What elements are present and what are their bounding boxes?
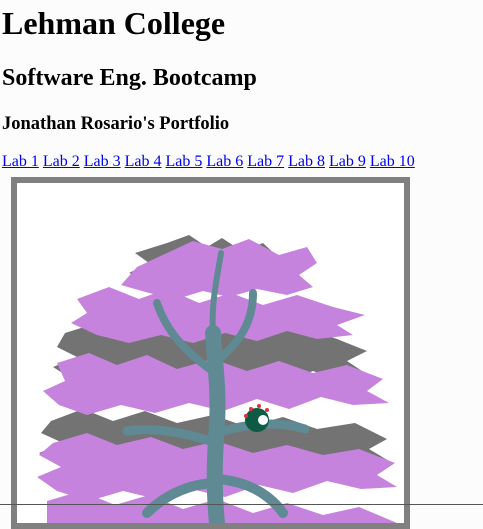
page-subtitle: Software Eng. Bootcamp [2, 65, 257, 91]
lab-2-link[interactable]: Lab 2 [43, 153, 80, 170]
artwork-frame [11, 177, 410, 529]
ornament-dot-2 [257, 404, 261, 408]
tree-artwork [37, 235, 397, 523]
lab-1-link[interactable]: Lab 1 [2, 153, 39, 170]
lab-3-link[interactable]: Lab 3 [84, 153, 121, 170]
page-bottom-divider [0, 504, 483, 505]
lab-7-link[interactable]: Lab 7 [247, 153, 284, 170]
lab-8-link[interactable]: Lab 8 [288, 153, 325, 170]
lab-nav: Lab 1 Lab 2 Lab 3 Lab 4 Lab 5 Lab 6 Lab … [2, 152, 415, 171]
lab-5-link[interactable]: Lab 5 [166, 153, 203, 170]
portfolio-heading: Jonathan Rosario's Portfolio [2, 114, 230, 134]
lab-10-link[interactable]: Lab 10 [370, 153, 415, 170]
lab-9-link[interactable]: Lab 9 [329, 153, 366, 170]
ornament-dot-4 [244, 414, 248, 418]
lab-4-link[interactable]: Lab 4 [125, 153, 162, 170]
ornament-dot-3 [265, 408, 269, 412]
ornament-highlight [258, 415, 268, 425]
lab-6-link[interactable]: Lab 6 [206, 153, 243, 170]
ornament-dot-1 [249, 407, 253, 411]
page-title: Lehman College [2, 5, 226, 41]
